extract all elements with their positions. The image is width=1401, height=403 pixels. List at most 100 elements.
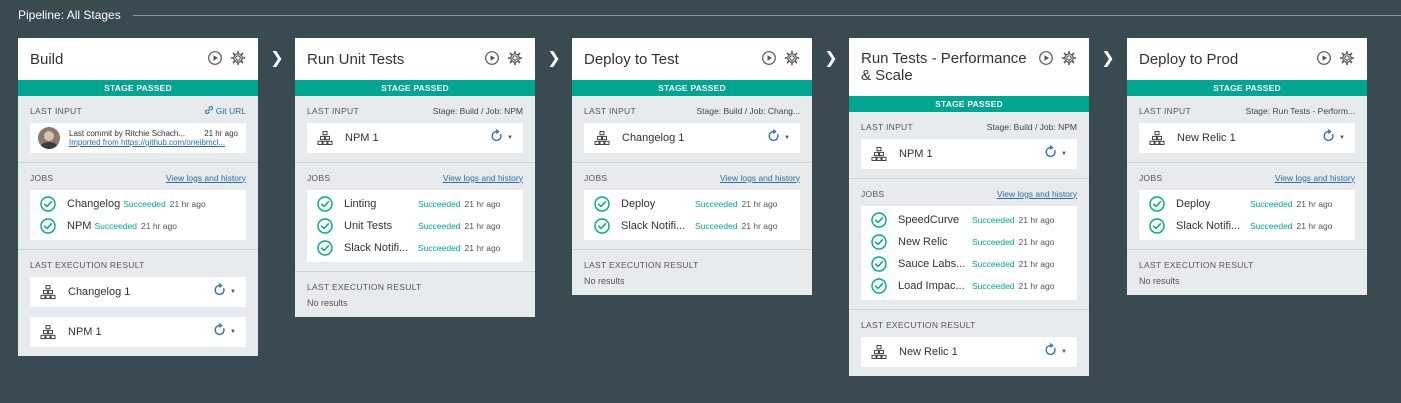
last-execution-section: LAST EXECUTION RESULT No results xyxy=(1127,250,1367,295)
job-row[interactable]: New Relic Succeeded 21 hr ago xyxy=(871,231,1067,253)
commit-link[interactable]: Imported from https://github.com/oneibmc… xyxy=(69,138,238,147)
git-url-link[interactable]: Git URL xyxy=(204,105,246,117)
job-time: 21 hr ago xyxy=(1296,221,1333,231)
job-status: Succeeded xyxy=(972,215,1015,225)
input-label: NPM 1 xyxy=(345,132,379,144)
view-logs-link[interactable]: View logs and history xyxy=(166,173,246,183)
job-time: 21 hr ago xyxy=(1018,215,1055,225)
input-label: New Relic 1 xyxy=(1177,132,1236,144)
last-input-section: LAST INPUT Stage: Build / Job: NPM NPM 1 ▼ xyxy=(849,112,1089,179)
job-status: Succeeded xyxy=(695,221,738,231)
view-logs-link[interactable]: View logs and history xyxy=(1275,173,1355,183)
job-status: Succeeded xyxy=(418,243,461,253)
play-icon[interactable] xyxy=(207,50,223,71)
chevron-right-icon: ❯ xyxy=(824,50,838,67)
job-name: Linting xyxy=(344,198,377,210)
job-row[interactable]: Deploy Succeeded 21 hr ago xyxy=(594,193,790,215)
input-item[interactable]: New Relic 1 ▼ xyxy=(1139,123,1355,153)
no-results-text: No results xyxy=(584,276,625,286)
play-icon[interactable] xyxy=(1316,50,1332,71)
jobs-label: JOBS xyxy=(584,172,608,183)
job-row[interactable]: Slack Notifi... Succeeded 21 hr ago xyxy=(1149,215,1345,237)
check-circle-icon xyxy=(871,278,887,294)
job-row[interactable]: Changelog Succeeded 21 hr ago xyxy=(40,193,236,215)
last-input-label: LAST INPUT xyxy=(30,105,82,116)
job-name: NPM xyxy=(67,220,92,232)
job-time: 21 hr ago xyxy=(741,199,778,209)
redeploy-dropdown[interactable]: ▼ xyxy=(489,128,513,149)
check-circle-icon xyxy=(871,234,887,250)
gear-icon[interactable] xyxy=(1061,50,1077,71)
redeploy-dropdown[interactable]: ▼ xyxy=(766,128,790,149)
redeploy-dropdown[interactable]: ▼ xyxy=(212,282,236,303)
last-execution-section: LAST EXECUTION RESULT New Relic 1 ▼ xyxy=(849,310,1089,376)
stage-title: Deploy to Prod xyxy=(1139,50,1239,68)
view-logs-link[interactable]: View logs and history xyxy=(443,173,523,183)
gear-icon[interactable] xyxy=(507,50,523,71)
redeploy-dropdown[interactable]: ▼ xyxy=(212,322,236,343)
input-item[interactable]: NPM 1 ▼ xyxy=(861,139,1077,169)
job-row[interactable]: Sauce Labs... Succeeded 21 hr ago xyxy=(871,253,1067,275)
last-input-header: LAST INPUT Stage: Build / Job: NPM xyxy=(861,120,1077,133)
stage-title: Run Tests - Performance & Scale xyxy=(861,50,1027,84)
job-row[interactable]: Load Impac... Succeeded 21 hr ago xyxy=(871,275,1067,297)
view-logs-link[interactable]: View logs and history xyxy=(997,189,1077,199)
jobs-label: JOBS xyxy=(30,172,54,183)
caret-down-icon: ▼ xyxy=(230,289,236,295)
redeploy-icon xyxy=(212,322,228,343)
play-icon[interactable] xyxy=(484,50,500,71)
redeploy-icon xyxy=(1321,128,1337,149)
input-item[interactable]: NPM 1 ▼ xyxy=(307,123,523,153)
result-item[interactable]: NPM 1 ▼ xyxy=(30,317,246,347)
play-icon[interactable] xyxy=(761,50,777,71)
redeploy-dropdown[interactable]: ▼ xyxy=(1043,144,1067,165)
result-item[interactable]: New Relic 1 ▼ xyxy=(861,337,1077,367)
job-status: Succeeded xyxy=(94,221,137,231)
redeploy-icon xyxy=(489,128,505,149)
result-label: New Relic 1 xyxy=(899,346,958,358)
view-logs-link[interactable]: View logs and history xyxy=(720,173,800,183)
jobs-header: JOBS View logs and history xyxy=(30,171,246,184)
redeploy-dropdown[interactable]: ▼ xyxy=(1321,128,1345,149)
job-row[interactable]: Unit Tests Succeeded 21 hr ago xyxy=(317,215,513,237)
job-name: Sauce Labs... xyxy=(898,258,966,270)
stage-card: Deploy to Test STAGE PASSED LAST INPUT Stag… xyxy=(572,38,812,295)
job-status: Succeeded xyxy=(123,199,166,209)
gear-icon[interactable] xyxy=(784,50,800,71)
jobs-list: Deploy Succeeded 21 hr ago Slack Notifi... S… xyxy=(584,190,800,240)
jobs-header: JOBS View logs and history xyxy=(307,171,523,184)
job-row[interactable]: NPM Succeeded 21 hr ago xyxy=(40,215,236,237)
job-name: Changelog xyxy=(67,198,121,210)
job-row[interactable]: SpeedCurve Succeeded 21 hr ago xyxy=(871,209,1067,231)
build-stack-icon xyxy=(1149,130,1165,146)
jobs-header: JOBS View logs and history xyxy=(1139,171,1355,184)
check-circle-icon xyxy=(317,240,333,256)
last-input-header: LAST INPUT Stage: Build / Job: NPM xyxy=(307,104,523,117)
job-name: SpeedCurve xyxy=(898,214,960,226)
job-row[interactable]: Linting Succeeded 21 hr ago xyxy=(317,193,513,215)
stage-card: Deploy to Prod STAGE PASSED LAST INPUT Stag… xyxy=(1127,38,1367,295)
commit-author: Last commit by Ritchie Schach... xyxy=(69,129,186,138)
gear-icon[interactable] xyxy=(1339,50,1355,71)
job-status: Succeeded xyxy=(1250,221,1293,231)
stage-header: Build xyxy=(18,38,258,80)
commit-time: 21 hr ago xyxy=(204,129,238,138)
last-input-label: LAST INPUT xyxy=(861,121,913,132)
jobs-label: JOBS xyxy=(1139,172,1163,183)
job-row[interactable]: Slack Notifi... Succeeded 21 hr ago xyxy=(594,215,790,237)
stage-header: Run Unit Tests xyxy=(295,38,535,80)
input-context: Stage: Run Tests - Perform... xyxy=(1245,105,1355,116)
result-item[interactable]: Changelog 1 ▼ xyxy=(30,277,246,307)
last-execution-label: LAST EXECUTION RESULT xyxy=(1139,259,1254,270)
play-icon[interactable] xyxy=(1038,50,1054,71)
job-row[interactable]: Slack Notifi... Succeeded 21 hr ago xyxy=(317,237,513,259)
job-row[interactable]: Deploy Succeeded 21 hr ago xyxy=(1149,193,1345,215)
redeploy-dropdown[interactable]: ▼ xyxy=(1043,342,1067,363)
input-item[interactable]: Changelog 1 ▼ xyxy=(584,123,800,153)
gear-icon[interactable] xyxy=(230,50,246,71)
input-label: NPM 1 xyxy=(899,148,933,160)
job-time: 21 hr ago xyxy=(741,221,778,231)
job-time: 21 hr ago xyxy=(464,199,501,209)
redeploy-icon xyxy=(212,282,228,303)
caret-down-icon: ▼ xyxy=(1339,135,1345,141)
